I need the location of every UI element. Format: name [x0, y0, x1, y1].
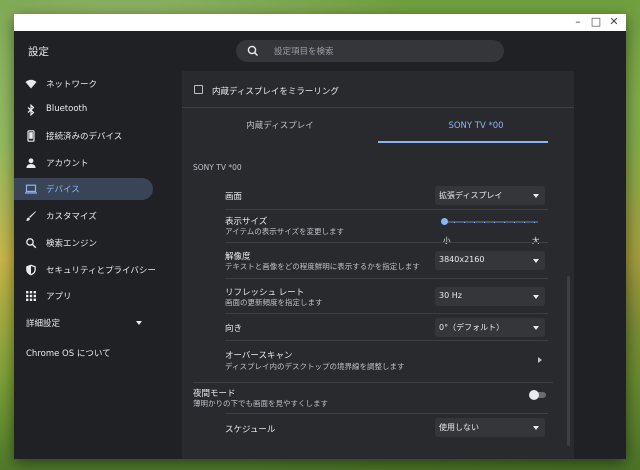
sidebar-item-label: 検索エンジン [46, 239, 98, 249]
chevron-right-icon [538, 357, 542, 363]
orientation-label: 向き [225, 324, 243, 334]
sidebar-item-device[interactable]: デバイス [14, 178, 153, 200]
slider-tick [464, 221, 465, 223]
sidebar-item-label: アプリ [46, 292, 72, 302]
maximize-button[interactable]: □ [588, 15, 604, 29]
laptop-icon [25, 184, 37, 194]
sidebar: ネットワーク Bluetooth 接続済みのデバイス アカウント デバイス カス… [14, 71, 182, 459]
person-icon [26, 158, 36, 168]
sidebar-item-search-engine[interactable]: 検索エンジン [14, 232, 153, 254]
night-mode-row: 夜間モード 薄明かりの下でも画面を見やすくします [193, 382, 553, 414]
sidebar-item-label: セキュリティとプライバシー [46, 266, 156, 276]
resolution-select[interactable]: 3840x2160 [435, 251, 545, 270]
sidebar-item-apps[interactable]: アプリ [14, 285, 153, 307]
orientation-value: 0°（デフォルト） [439, 323, 505, 332]
sidebar-item-network[interactable]: ネットワーク [14, 73, 153, 95]
screen-label: 画面 [225, 192, 243, 202]
overscan-label: オーバースキャン [225, 351, 293, 361]
screen-row: 画面 拡張ディスプレイ [225, 181, 548, 209]
night-mode-sub: 薄明かりの下でも画面を見やすくします [193, 399, 328, 408]
chevron-down-icon [533, 326, 539, 330]
sidebar-item-label: アカウント [46, 159, 89, 169]
chevron-down-icon [533, 194, 539, 198]
sidebar-item-label: デバイス [46, 185, 80, 195]
sidebar-item-personalization[interactable]: カスタマイズ [14, 205, 153, 227]
title-bar: – □ ✕ [14, 14, 626, 31]
section-title: SONY TV *00 [193, 163, 242, 172]
display-size-row: 表示サイズ アイテムの表示サイズを変更します 小 大 [225, 209, 548, 245]
night-mode-toggle[interactable] [529, 390, 547, 400]
chevron-down-icon [533, 426, 539, 430]
sidebar-item-label: 接続済みのデバイス [46, 132, 123, 142]
display-size-slider[interactable]: 小 大 [441, 218, 540, 245]
shield-icon [26, 264, 36, 276]
chevron-down-icon [533, 259, 539, 263]
sidebar-item-connected-devices[interactable]: 接続済みのデバイス [14, 125, 153, 147]
search-input[interactable]: 設定項目を検索 [236, 40, 504, 62]
grid-icon [26, 291, 36, 301]
sidebar-item-label: ネットワーク [46, 80, 98, 90]
slider-tick [504, 221, 505, 223]
settings-window: – □ ✕ 設定 設定項目を検索 ネットワーク Bluetooth 接続済みのデ… [14, 14, 626, 459]
resolution-value: 3840x2160 [439, 255, 485, 264]
sidebar-item-label: Bluetooth [46, 104, 88, 114]
close-button[interactable]: ✕ [606, 15, 622, 29]
chevron-down-icon [533, 295, 539, 299]
slider-tick [454, 221, 455, 223]
sidebar-item-bluetooth[interactable]: Bluetooth [14, 99, 153, 121]
tab-internal-display[interactable]: 内蔵ディスプレイ [182, 108, 378, 144]
schedule-select[interactable]: 使用しない [435, 418, 545, 437]
refresh-rate-sub: 画面の更新頻度を指定します [225, 298, 323, 307]
resolution-sub: テキストと画像をどの程度鮮明に表示するかを指定します [225, 262, 420, 271]
minimize-button[interactable]: – [570, 15, 586, 29]
slider-tick [534, 221, 535, 223]
active-tab-indicator [378, 141, 548, 143]
sidebar-advanced[interactable]: 詳細設定 [26, 317, 60, 329]
tab-sony-tv[interactable]: SONY TV *00 [378, 108, 574, 144]
sidebar-about[interactable]: Chrome OS について [26, 347, 111, 359]
refresh-rate-value: 30 Hz [439, 291, 462, 300]
sidebar-item-security[interactable]: セキュリティとプライバシー [14, 259, 156, 281]
slider-tick [484, 221, 485, 223]
schedule-label: スケジュール [225, 425, 276, 435]
display-tabs: 内蔵ディスプレイ SONY TV *00 [182, 107, 574, 143]
slider-tick [494, 221, 495, 223]
sidebar-item-label: カスタマイズ [46, 212, 97, 222]
screen-mode-select[interactable]: 拡張ディスプレイ [435, 186, 545, 205]
slider-thumb[interactable] [441, 218, 448, 225]
display-size-sub: アイテムの表示サイズを変更します [225, 227, 345, 236]
screen-mode-value: 拡張ディスプレイ [439, 191, 503, 200]
orientation-select[interactable]: 0°（デフォルト） [435, 318, 545, 337]
mirror-display-row[interactable]: 内蔵ディスプレイをミラーリング [182, 80, 574, 100]
mirror-label: 内蔵ディスプレイをミラーリング [212, 87, 339, 97]
search-icon [26, 238, 37, 249]
app-header: 設定 設定項目を検索 [14, 31, 626, 71]
chevron-down-icon[interactable] [136, 321, 142, 325]
orientation-row: 向き 0°（デフォルト） [225, 313, 548, 340]
overscan-row[interactable]: オーバースキャン ディスプレイ内のデスクトップの境界線を調整します [225, 340, 548, 377]
slider-tick [474, 221, 475, 223]
toggle-knob [529, 390, 539, 400]
wifi-icon [25, 79, 37, 89]
phone-icon [27, 130, 35, 142]
search-placeholder: 設定項目を検索 [274, 47, 334, 57]
mirror-checkbox[interactable] [194, 85, 203, 94]
sidebar-item-accounts[interactable]: アカウント [14, 152, 153, 174]
scrollbar[interactable] [567, 276, 570, 446]
resolution-row: 解像度 テキストと画像をどの程度鮮明に表示するかを指定します 3840x2160 [225, 242, 548, 278]
slider-tick [514, 221, 515, 223]
schedule-value: 使用しない [439, 423, 479, 432]
display-settings-panel: 内蔵ディスプレイをミラーリング 内蔵ディスプレイ SONY TV *00 SON… [182, 71, 574, 459]
slider-tick [524, 221, 525, 223]
overscan-sub: ディスプレイ内のデスクトップの境界線を調整します [225, 362, 405, 371]
search-icon [247, 45, 259, 57]
app-title: 設定 [28, 46, 49, 58]
refresh-rate-row: リフレッシュ レート 画面の更新頻度を指定します 30 Hz [225, 278, 548, 313]
schedule-row: スケジュール 使用しない [225, 413, 548, 441]
brush-icon [26, 211, 36, 221]
bluetooth-icon [27, 104, 35, 116]
refresh-rate-select[interactable]: 30 Hz [435, 287, 545, 306]
